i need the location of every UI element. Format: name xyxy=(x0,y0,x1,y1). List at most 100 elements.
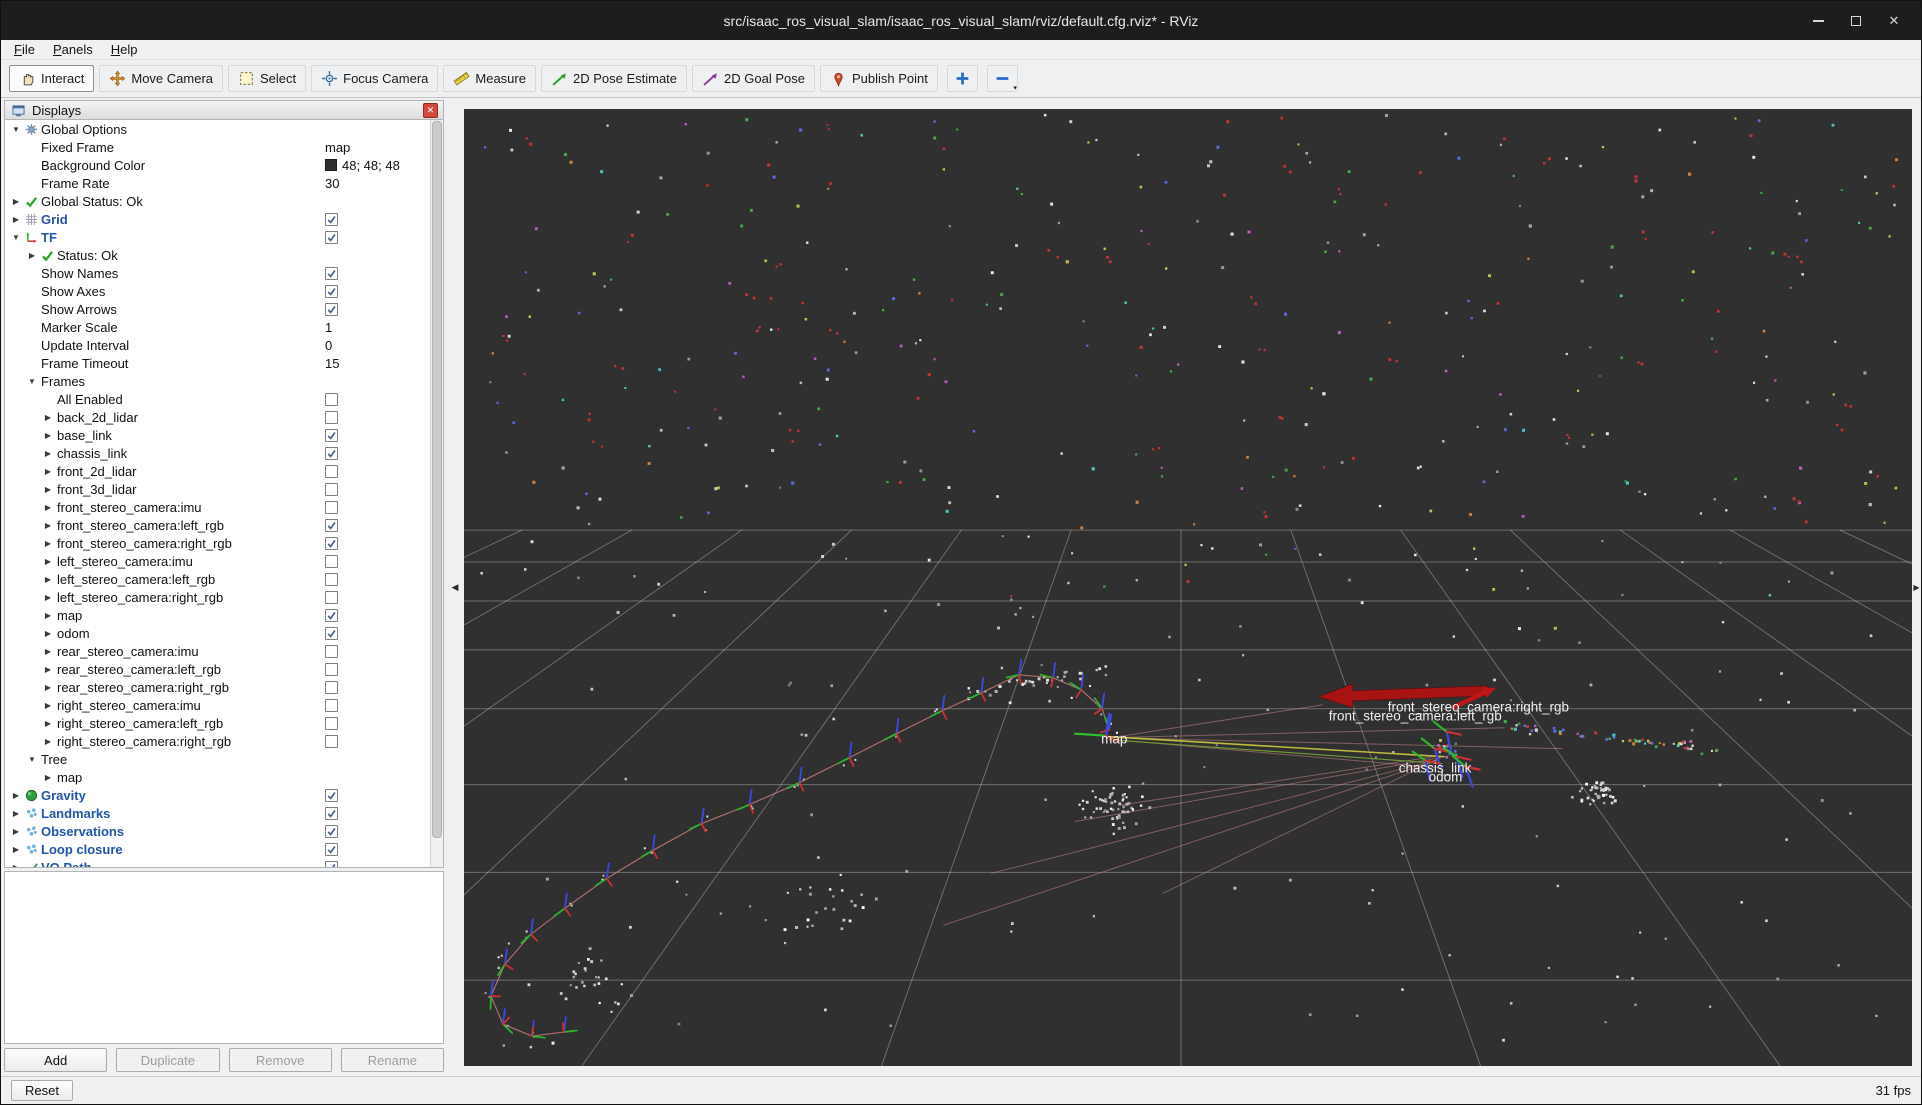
tree-row-map[interactable]: ▶ map xyxy=(5,768,430,786)
minimize-icon[interactable] xyxy=(1807,10,1829,32)
tree-row-front-2d-lidar[interactable]: ▶ front_2d_lidar xyxy=(5,462,430,480)
tree-row-right-stereo-camera-left-rgb[interactable]: ▶ right_stereo_camera:left_rgb xyxy=(5,714,430,732)
tree-row-left-stereo-camera-imu[interactable]: ▶ left_stereo_camera:imu xyxy=(5,552,430,570)
checkbox-left-stereo-camera-imu[interactable] xyxy=(325,554,338,568)
tree-row-back-2d-lidar[interactable]: ▶ back_2d_lidar xyxy=(5,408,430,426)
expand-icon[interactable]: ▶ xyxy=(41,665,55,674)
tree-row-status-ok[interactable]: ▶ Status: Ok xyxy=(5,246,430,264)
tool-interact[interactable]: Interact xyxy=(9,65,95,92)
checkbox-right-stereo-camera-left-rgb[interactable] xyxy=(325,716,338,730)
expand-icon[interactable]: ▶ xyxy=(41,737,55,746)
rename-button[interactable]: Rename xyxy=(340,1048,444,1072)
tree-scrollbar-thumb[interactable] xyxy=(432,121,442,839)
checkbox-right-stereo-camera-right-rgb[interactable] xyxy=(325,734,338,748)
expand-icon[interactable]: ▶ xyxy=(9,845,23,854)
checkbox-map[interactable] xyxy=(325,608,338,622)
3d-viewport[interactable]: front_stereo_camera:right_rgbfront_stere… xyxy=(464,109,1912,1066)
tree-row-all-enabled[interactable]: All Enabled xyxy=(5,390,430,408)
tree-row-chassis-link[interactable]: ▶ chassis_link xyxy=(5,444,430,462)
collapse-icon[interactable]: ▼ xyxy=(25,755,39,764)
tree-row-fixed-frame[interactable]: Fixed Frame map xyxy=(5,138,430,156)
expand-icon[interactable]: ▶ xyxy=(41,611,55,620)
tree-row-tree[interactable]: ▼ Tree xyxy=(5,750,430,768)
tool-2d-goal-pose[interactable]: 2D Goal Pose xyxy=(692,65,815,92)
tree-row-front-3d-lidar[interactable]: ▶ front_3d_lidar xyxy=(5,480,430,498)
expand-icon[interactable]: ▶ xyxy=(41,467,55,476)
checkbox-landmarks[interactable] xyxy=(325,806,338,820)
property-value[interactable]: 0 xyxy=(325,338,332,353)
tree-row-landmarks[interactable]: ▶ Landmarks xyxy=(5,804,430,822)
tool-focus-camera[interactable]: Focus Camera xyxy=(311,65,439,92)
expand-icon[interactable]: ▶ xyxy=(41,503,55,512)
expand-icon[interactable]: ▶ xyxy=(41,539,55,548)
tree-row-vo-path[interactable]: ▶ VO Path xyxy=(5,858,430,867)
checkbox-left-stereo-camera-left-rgb[interactable] xyxy=(325,572,338,586)
expand-icon[interactable]: ▶ xyxy=(41,629,55,638)
tree-row-grid[interactable]: ▶ Grid xyxy=(5,210,430,228)
displays-panel-header[interactable]: Displays ✕ xyxy=(4,100,444,120)
tree-row-show-axes[interactable]: Show Axes xyxy=(5,282,430,300)
checkbox-all-enabled[interactable] xyxy=(325,392,338,406)
checkbox-tf[interactable] xyxy=(325,230,338,244)
checkbox-front-stereo-camera-left-rgb[interactable] xyxy=(325,518,338,532)
checkbox-front-2d-lidar[interactable] xyxy=(325,464,338,478)
tool-select[interactable]: Select xyxy=(228,65,307,92)
checkbox-grid[interactable] xyxy=(325,212,338,226)
tree-row-front-stereo-camera-imu[interactable]: ▶ front_stereo_camera:imu xyxy=(5,498,430,516)
expand-icon[interactable]: ▶ xyxy=(25,251,39,260)
tree-row-background-color[interactable]: Background Color 48; 48; 48 xyxy=(5,156,430,174)
duplicate-button[interactable]: Duplicate xyxy=(116,1048,220,1072)
checkbox-rear-stereo-camera-left-rgb[interactable] xyxy=(325,662,338,676)
checkbox-odom[interactable] xyxy=(325,626,338,640)
expand-icon[interactable]: ▶ xyxy=(41,413,55,422)
checkbox-rear-stereo-camera-imu[interactable] xyxy=(325,644,338,658)
property-value[interactable]: 1 xyxy=(325,320,332,335)
expand-icon[interactable]: ▶ xyxy=(41,431,55,440)
expand-icon[interactable]: ▶ xyxy=(9,863,23,868)
tool-add-tool[interactable] xyxy=(946,65,978,92)
expand-icon[interactable]: ▶ xyxy=(41,449,55,458)
remove-button[interactable]: Remove xyxy=(228,1048,332,1072)
tree-row-right-stereo-camera-right-rgb[interactable]: ▶ right_stereo_camera:right_rgb xyxy=(5,732,430,750)
property-value[interactable]: 30 xyxy=(325,176,339,191)
checkbox-show-axes[interactable] xyxy=(325,284,338,298)
checkbox-rear-stereo-camera-right-rgb[interactable] xyxy=(325,680,338,694)
tree-row-marker-scale[interactable]: Marker Scale 1 xyxy=(5,318,430,336)
tool-publish-point[interactable]: Publish Point xyxy=(819,65,938,92)
expand-icon[interactable]: ▶ xyxy=(41,521,55,530)
displays-panel-close-icon[interactable]: ✕ xyxy=(423,102,438,118)
tree-row-left-stereo-camera-left-rgb[interactable]: ▶ left_stereo_camera:left_rgb xyxy=(5,570,430,588)
expand-icon[interactable]: ▶ xyxy=(41,485,55,494)
tree-row-base-link[interactable]: ▶ base_link xyxy=(5,426,430,444)
checkbox-gravity[interactable] xyxy=(325,788,338,802)
expand-icon[interactable]: ▶ xyxy=(41,683,55,692)
tree-row-frames[interactable]: ▼ Frames xyxy=(5,372,430,390)
expand-icon[interactable]: ▶ xyxy=(41,719,55,728)
collapse-icon[interactable]: ▼ xyxy=(25,377,39,386)
tree-row-right-stereo-camera-imu[interactable]: ▶ right_stereo_camera:imu xyxy=(5,696,430,714)
property-value[interactable]: 48; 48; 48 xyxy=(342,158,400,173)
menu-file[interactable]: File xyxy=(5,41,44,58)
expand-icon[interactable]: ▶ xyxy=(41,647,55,656)
tree-row-front-stereo-camera-left-rgb[interactable]: ▶ front_stereo_camera:left_rgb xyxy=(5,516,430,534)
tool-2d-pose-estimate[interactable]: 2D Pose Estimate xyxy=(540,65,688,92)
tree-row-gravity[interactable]: ▶ Gravity xyxy=(5,786,430,804)
tree-row-global-status-ok[interactable]: ▶ Global Status: Ok xyxy=(5,192,430,210)
tree-row-frame-rate[interactable]: Frame Rate 30 xyxy=(5,174,430,192)
collapse-icon[interactable]: ▼ xyxy=(9,233,23,242)
tool-measure[interactable]: Measure xyxy=(443,65,536,92)
expand-icon[interactable]: ▶ xyxy=(41,557,55,566)
property-value[interactable]: 15 xyxy=(325,356,339,371)
tree-row-observations[interactable]: ▶ Observations xyxy=(5,822,430,840)
expand-icon[interactable]: ▶ xyxy=(41,773,55,782)
tree-row-map[interactable]: ▶ map xyxy=(5,606,430,624)
checkbox-show-names[interactable] xyxy=(325,266,338,280)
tree-row-front-stereo-camera-right-rgb[interactable]: ▶ front_stereo_camera:right_rgb xyxy=(5,534,430,552)
checkbox-vo-path[interactable] xyxy=(325,860,338,867)
checkbox-back-2d-lidar[interactable] xyxy=(325,410,338,424)
property-value[interactable]: map xyxy=(325,140,350,155)
collapse-icon[interactable]: ▼ xyxy=(9,125,23,134)
tree-scrollbar[interactable] xyxy=(430,120,443,867)
tree-row-rear-stereo-camera-left-rgb[interactable]: ▶ rear_stereo_camera:left_rgb xyxy=(5,660,430,678)
right-collapse-handle[interactable]: ▶ xyxy=(1912,98,1921,1076)
